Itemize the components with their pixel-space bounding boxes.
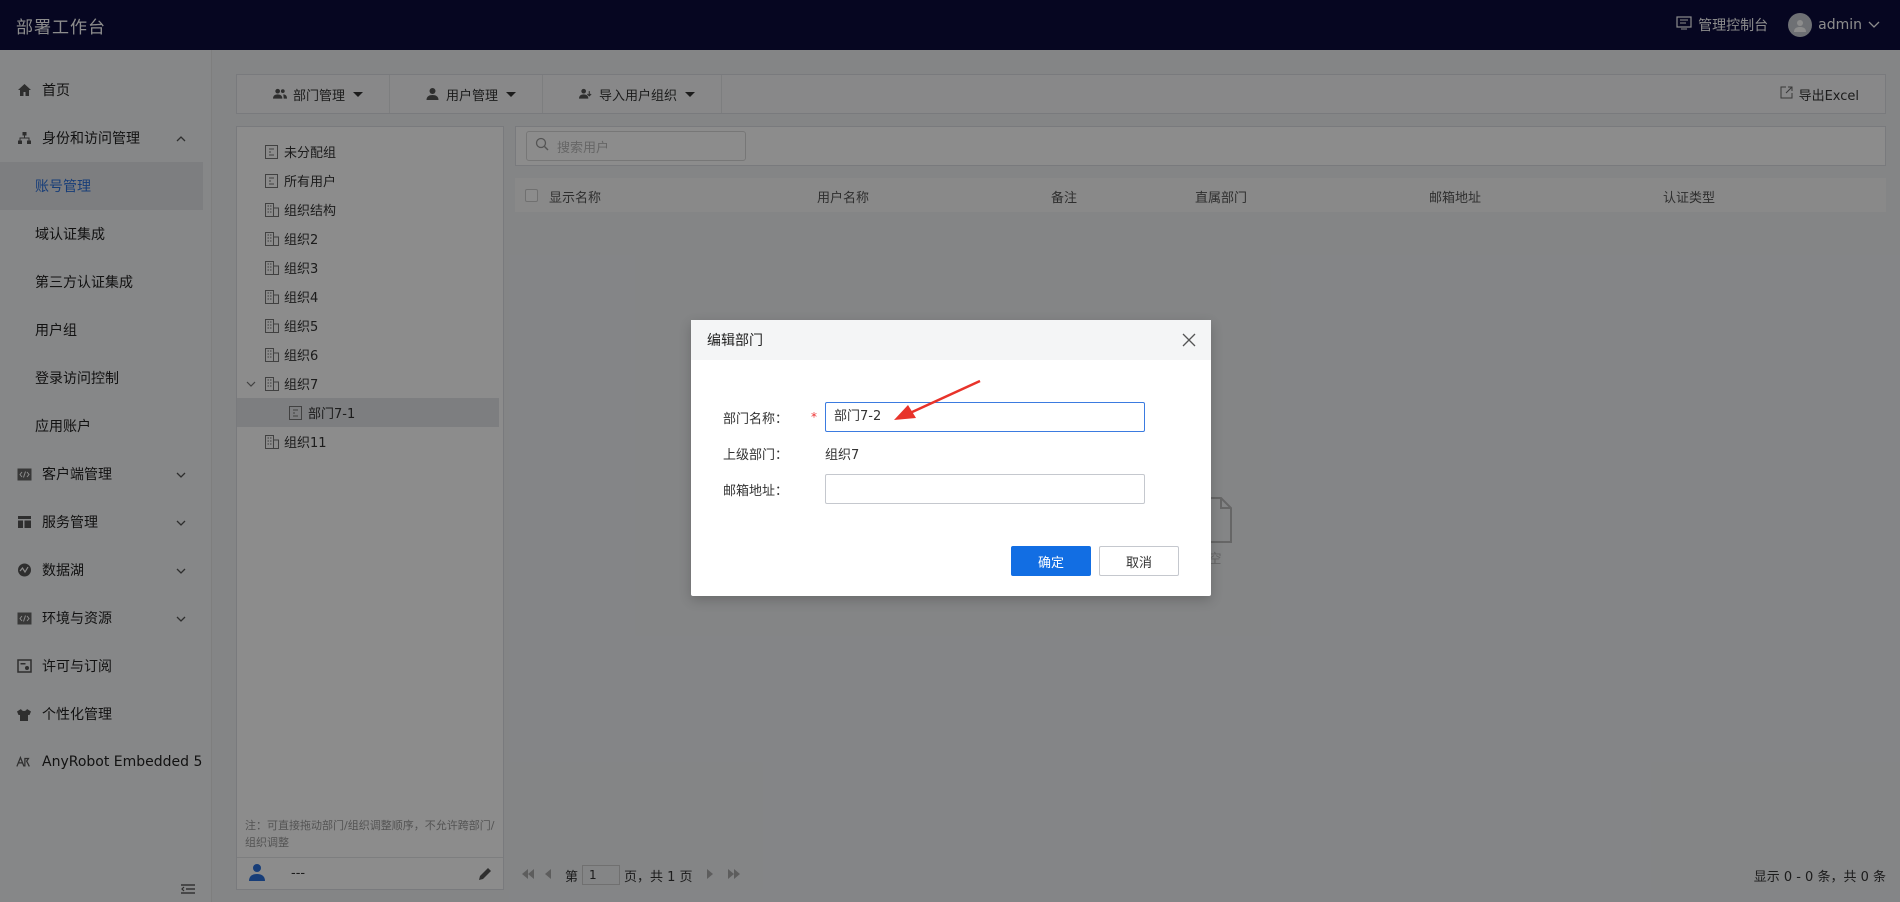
email-label: 邮箱地址： (723, 483, 789, 499)
close-icon[interactable] (1181, 332, 1197, 348)
cancel-button[interactable]: 取消 (1099, 546, 1179, 576)
email-input[interactable] (825, 474, 1145, 504)
form-row-parent: 上级部门： 组织7 (691, 438, 1211, 468)
parent-label: 上级部门： (723, 447, 789, 463)
required-mark: * (811, 410, 817, 424)
form-row-email: 邮箱地址： (691, 474, 1211, 504)
dept-name-input[interactable]: 部门7-2 (825, 402, 1145, 432)
name-label: 部门名称： (723, 411, 789, 427)
dialog-header: 编辑部门 (691, 320, 1211, 360)
confirm-button[interactable]: 确定 (1011, 546, 1091, 576)
form-row-name: 部门名称： * 部门7-2 (691, 402, 1211, 432)
edit-dept-dialog: 编辑部门 部门名称： * 部门7-2 上级部门： 组织7 邮箱地址： 确定 取消 (691, 320, 1211, 596)
dialog-title: 编辑部门 (707, 333, 763, 349)
parent-value: 组织7 (825, 447, 860, 463)
